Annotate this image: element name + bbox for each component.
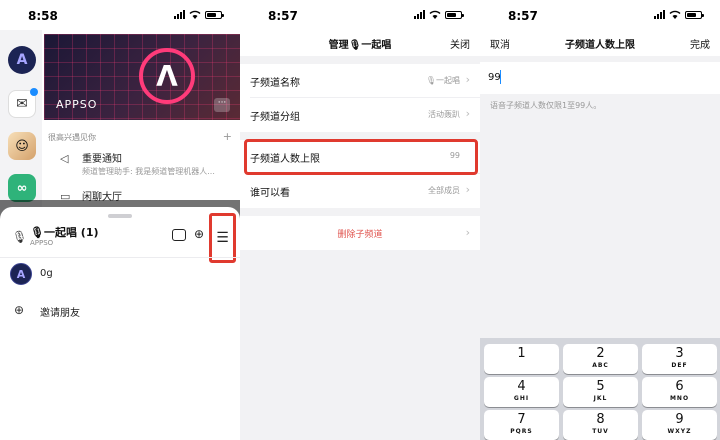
battery-icon	[445, 10, 464, 19]
chevron-right-icon: ›	[465, 226, 470, 239]
nav-bar: 管理🎙一起唱 关闭	[240, 30, 480, 56]
status-icons	[414, 10, 464, 19]
row-channel-name[interactable]: 子频道名称 🎙一起唱 ›	[240, 64, 480, 98]
key-5[interactable]: 5 JKL	[563, 377, 638, 407]
status-bar: 8:57	[480, 0, 720, 30]
guild-avatar-appso[interactable]: A	[8, 46, 36, 74]
row-value: 🎙一起唱	[425, 76, 460, 85]
wifi-icon	[429, 10, 441, 19]
key-1[interactable]: 1	[484, 344, 559, 374]
done-button[interactable]: 完成	[690, 36, 710, 51]
invite-icon: ⊕	[14, 303, 25, 317]
menu-icon[interactable]: ☰	[209, 213, 236, 263]
row-value: 全部成员	[428, 186, 460, 195]
row-channel-group[interactable]: 子频道分组 活动轰趴 ›	[240, 98, 480, 132]
more-icon[interactable]: ···	[214, 98, 230, 112]
avatar: A	[10, 263, 32, 285]
signal-icon	[414, 10, 425, 19]
status-icons	[654, 10, 704, 19]
member-limit-input[interactable]: 99	[480, 62, 720, 94]
numeric-keypad: 1 2 ABC 3 DEF 4 GHI 5 JKL 6 MNO 7 PQRS 8 TUV 9W…	[480, 338, 720, 440]
status-time: 8:58	[28, 9, 58, 23]
robot-icon[interactable]	[172, 229, 186, 241]
signal-icon	[174, 10, 185, 19]
mic-icon: 🎙	[12, 230, 28, 244]
banner-brand: APPSO	[56, 98, 98, 111]
sheet-subtitle: APPSO	[30, 239, 54, 247]
signal-icon	[654, 10, 665, 19]
key-2[interactable]: 2 ABC	[563, 344, 638, 374]
channel-subtitle: 频道管理助手: 我是频道管理机器人...	[82, 167, 215, 176]
chevron-right-icon: ›	[465, 183, 470, 196]
status-bar: 8:57	[240, 0, 480, 30]
key-8[interactable]: 8 TUV	[563, 410, 638, 440]
mail-icon[interactable]: ✉	[8, 88, 38, 118]
page-title: 子频道人数上限	[565, 40, 635, 51]
nav-bar: 取消 子频道人数上限 完成	[480, 30, 720, 56]
section-title: 很高兴遇见你	[48, 133, 96, 142]
status-time: 8:57	[508, 9, 538, 23]
voice-channel-sheet: 🎙 🎙一起唱 (1) APPSO ⊕ ☰ A 0g ⊕ 邀请朋友	[0, 207, 240, 440]
highlight-frame	[244, 139, 478, 175]
unread-dot	[30, 88, 38, 96]
status-bar: 8:58	[0, 0, 240, 30]
row-visibility[interactable]: 谁可以看 全部成员 ›	[240, 174, 480, 208]
key-7[interactable]: 7 PQRS	[484, 410, 559, 440]
add-channel-icon[interactable]: +	[223, 130, 232, 143]
channel-screen: 8:58 A ✉ ☺ ∞ Λ APPSO ··· 很高兴遇见你 + ◁ 重要通知…	[0, 0, 240, 440]
page-title: 管理🎙一起唱	[328, 40, 392, 51]
status-time: 8:57	[268, 9, 298, 23]
wifi-icon	[189, 10, 201, 19]
settings-group-1: 子频道名称 🎙一起唱 › 子频道分组 活动轰趴 ›	[240, 64, 480, 132]
speaker-icon: ◁	[60, 152, 69, 165]
add-member-icon[interactable]: ⊕	[194, 227, 204, 241]
guild-banner: Λ APPSO ···	[44, 34, 240, 120]
guild-avatar-green[interactable]: ∞	[8, 174, 36, 202]
member-name: 0g	[40, 268, 53, 279]
chevron-right-icon: ›	[465, 107, 470, 120]
key-9[interactable]: 9 WXYZ	[642, 410, 717, 440]
chevron-right-icon: ›	[465, 73, 470, 86]
row-value: 活动轰趴	[428, 110, 460, 119]
input-value: 99	[488, 72, 501, 83]
text-caret	[500, 70, 501, 84]
key-4[interactable]: 4 GHI	[484, 377, 559, 407]
delete-channel-button[interactable]: 删除子频道 ›	[240, 216, 480, 250]
guild-avatar-character[interactable]: ☺	[8, 132, 36, 160]
key-3[interactable]: 3 DEF	[642, 344, 717, 374]
key-6[interactable]: 6 MNO	[642, 377, 717, 407]
battery-icon	[685, 10, 704, 19]
manage-channel-screen: 8:57 管理🎙一起唱 关闭 子频道名称 🎙一起唱 › 子频道分组 活动轰趴 ›…	[240, 0, 480, 440]
channel-title: 重要通知	[82, 154, 122, 165]
input-hint: 语音子频道人数仅限1至99人。	[490, 101, 602, 110]
invite-label: 邀请朋友	[40, 308, 80, 319]
channel-section-header[interactable]: 很高兴遇见你 +	[48, 130, 236, 143]
sheet-title: 🎙一起唱 (1)	[30, 226, 99, 239]
member-limit-screen: 8:57 取消 子频道人数上限 完成 99 语音子频道人数仅限1至99人。 1 …	[480, 0, 720, 440]
wifi-icon	[669, 10, 681, 19]
row-label: 子频道分组	[250, 112, 300, 123]
battery-icon	[205, 10, 224, 19]
divider	[0, 257, 240, 258]
sheet-handle[interactable]	[108, 214, 132, 218]
row-label: 子频道名称	[250, 78, 300, 89]
status-icons	[174, 10, 224, 19]
banner-logo-icon: Λ	[139, 48, 195, 104]
row-label: 谁可以看	[250, 188, 290, 199]
delete-label: 删除子频道	[337, 230, 383, 240]
close-button[interactable]: 关闭	[450, 36, 470, 51]
